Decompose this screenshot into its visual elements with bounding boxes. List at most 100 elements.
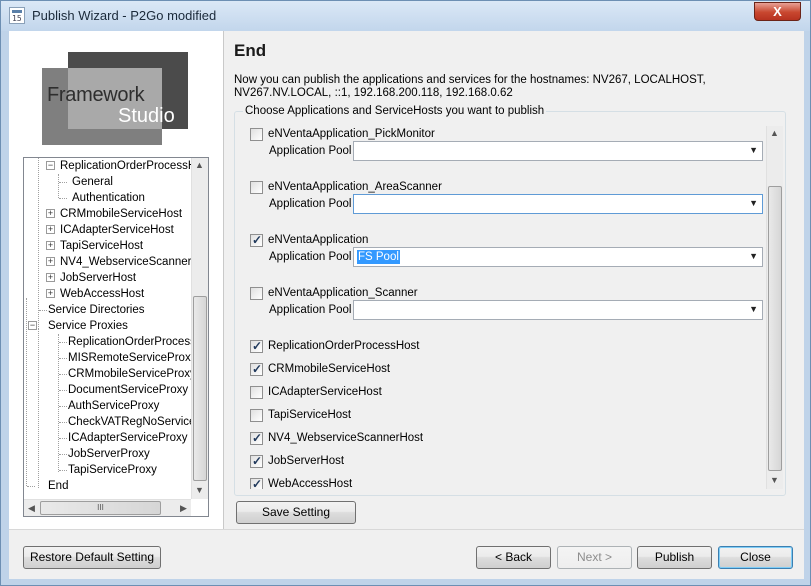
group-title: Choose Applications and ServiceHosts you…: [243, 105, 547, 117]
chevron-down-icon: ▼: [749, 304, 758, 314]
expand-icon[interactable]: +: [46, 273, 55, 282]
tree-item-checkvatregnoserviceproxy[interactable]: CheckVATRegNoServiceP: [68, 414, 203, 430]
scrollbar-thumb[interactable]: III: [40, 501, 161, 515]
checkbox[interactable]: [250, 409, 263, 422]
chevron-down-icon: ▼: [749, 251, 758, 261]
app-pool-select-pickmonitor[interactable]: ▼: [353, 141, 763, 161]
tree-connector: [59, 342, 67, 343]
publish-button[interactable]: Publish: [637, 546, 712, 569]
tree-connector: [59, 358, 67, 359]
checkbox[interactable]: [250, 361, 263, 377]
checkbox[interactable]: [250, 386, 263, 399]
checkbox[interactable]: [250, 128, 263, 141]
collapse-icon[interactable]: −: [46, 161, 55, 170]
tree-connector: [59, 454, 67, 455]
app-icon: 15: [9, 7, 25, 24]
app-pool-label: Application Pool: [269, 304, 352, 316]
tree-connector: [27, 486, 35, 487]
app-pool-label: Application Pool: [269, 198, 352, 210]
back-button[interactable]: < Back: [476, 546, 551, 569]
tree-connector: [26, 298, 27, 486]
scroll-up-icon[interactable]: ▲: [192, 158, 207, 172]
page-description: Now you can publish the applications and…: [234, 74, 706, 99]
scroll-right-icon[interactable]: ▶: [176, 501, 191, 515]
expand-icon[interactable]: +: [46, 209, 55, 218]
checkbox[interactable]: [250, 453, 263, 469]
tree-connector: [59, 390, 67, 391]
tree-connector: [58, 334, 59, 472]
publish-wizard-window: 15 Publish Wizard - P2Go modified X Fram…: [0, 0, 811, 586]
tree-item-crmmobileserviceproxy[interactable]: CRMmobileServiceProxy: [68, 366, 196, 382]
app-pool-select-areascanner[interactable]: ▼: [353, 194, 763, 214]
checkbox-label: eNVentaApplication: [268, 234, 369, 246]
app-pool-label: Application Pool: [269, 251, 352, 263]
scroll-down-icon[interactable]: ▼: [767, 473, 782, 487]
expand-icon[interactable]: +: [46, 241, 55, 250]
checkbox-label: NV4_WebserviceScannerHost: [268, 432, 424, 444]
expand-icon[interactable]: +: [46, 225, 55, 234]
tree-item-documentserviceproxy[interactable]: DocumentServiceProxy: [68, 382, 188, 398]
checkbox-label: JobServerHost: [268, 455, 345, 467]
expand-icon[interactable]: +: [46, 257, 55, 266]
expand-icon[interactable]: +: [46, 289, 55, 298]
next-button[interactable]: Next >: [557, 546, 632, 569]
framework-studio-logo: Framework Studio: [42, 52, 188, 145]
tree-item-misremoteserviceproxy[interactable]: MISRemoteServiceProxy: [68, 350, 196, 366]
scrollbar-thumb[interactable]: [768, 186, 782, 471]
tree-item-tapiserviceproxy[interactable]: TapiServiceProxy: [68, 462, 157, 478]
selected-value: [357, 303, 359, 317]
wizard-step-tree[interactable]: − ReplicationOrderProcessH General Authe…: [23, 157, 209, 517]
checkbox[interactable]: [250, 232, 263, 248]
publish-selection-list: eNVentaApplication_PickMonitor Applicati…: [236, 126, 783, 489]
app-pool-select-scanner[interactable]: ▼: [353, 300, 763, 320]
tree-connector: [58, 174, 59, 198]
checkbox[interactable]: [250, 287, 263, 300]
tree-item-label: ICAdapterServiceHost: [60, 224, 174, 236]
scroll-left-icon[interactable]: ◀: [24, 501, 39, 515]
tree-connector: [59, 406, 67, 407]
tree-vertical-scrollbar[interactable]: ▲ ▼: [191, 158, 208, 499]
app-icon-text: 15: [12, 14, 22, 23]
checkbox-label: WebAccessHost: [268, 478, 353, 489]
checkbox[interactable]: [250, 338, 263, 354]
tree-item-replicationorderprocessproxy[interactable]: ReplicationOrderProcessPr: [68, 334, 207, 350]
tree-item-general[interactable]: General: [72, 174, 113, 190]
tree-item-label: TapiServiceHost: [60, 240, 144, 252]
scroll-down-icon[interactable]: ▼: [192, 483, 207, 497]
tree-connector: [59, 182, 67, 183]
wizard-page: End Now you can publish the applications…: [224, 31, 804, 529]
tree-item-authentication[interactable]: Authentication: [72, 190, 145, 206]
collapse-icon[interactable]: −: [28, 321, 37, 330]
title-bar: 15 Publish Wizard - P2Go modified X: [1, 1, 810, 31]
checkbox[interactable]: [250, 181, 263, 194]
tree-connector: [38, 328, 39, 488]
page-title: End: [234, 41, 267, 60]
checkbox-label: TapiServiceHost: [268, 409, 352, 421]
tree-item-label: CRMmobileServiceHost: [60, 208, 183, 220]
save-setting-button[interactable]: Save Setting: [236, 501, 356, 524]
scrollbar-thumb[interactable]: [193, 296, 207, 481]
tree-item-label: NV4_WebserviceScanner: [60, 256, 192, 268]
chevron-down-icon: ▼: [749, 198, 758, 208]
window-close-button[interactable]: X: [754, 2, 801, 21]
scroll-up-icon[interactable]: ▲: [767, 126, 782, 140]
restore-default-setting-button[interactable]: Restore Default Setting: [23, 546, 161, 569]
app-pool-select-enventaapplication[interactable]: FS Pool ▼: [353, 247, 763, 267]
checkbox[interactable]: [250, 430, 263, 446]
tree-item-authserviceproxy[interactable]: AuthServiceProxy: [68, 398, 159, 414]
tree-horizontal-scrollbar[interactable]: ◀ III ▶: [24, 499, 191, 516]
checkbox-label: eNVentaApplication_Scanner: [268, 287, 418, 299]
checkbox[interactable]: [250, 476, 263, 489]
tree-item-service-directories[interactable]: Service Directories: [48, 302, 145, 318]
tree-connector: [59, 374, 67, 375]
selection-vertical-scrollbar[interactable]: ▲ ▼: [766, 126, 783, 489]
navigation-pane: Framework Studio − ReplicationOrderProce…: [9, 31, 224, 529]
wizard-button-bar: Restore Default Setting < Back Next > Pu…: [9, 529, 804, 579]
tree-item-jobserverproxy[interactable]: JobServerProxy: [68, 446, 150, 462]
tree-item-end[interactable]: End: [48, 478, 68, 494]
close-button[interactable]: Close: [718, 546, 793, 569]
tree-item-icadapterserviceproxy[interactable]: ICAdapterServiceProxy: [68, 430, 188, 446]
checkbox-label: ICAdapterServiceHost: [268, 386, 382, 398]
selected-value: FS Pool: [357, 250, 400, 264]
tree-connector: [59, 198, 67, 199]
